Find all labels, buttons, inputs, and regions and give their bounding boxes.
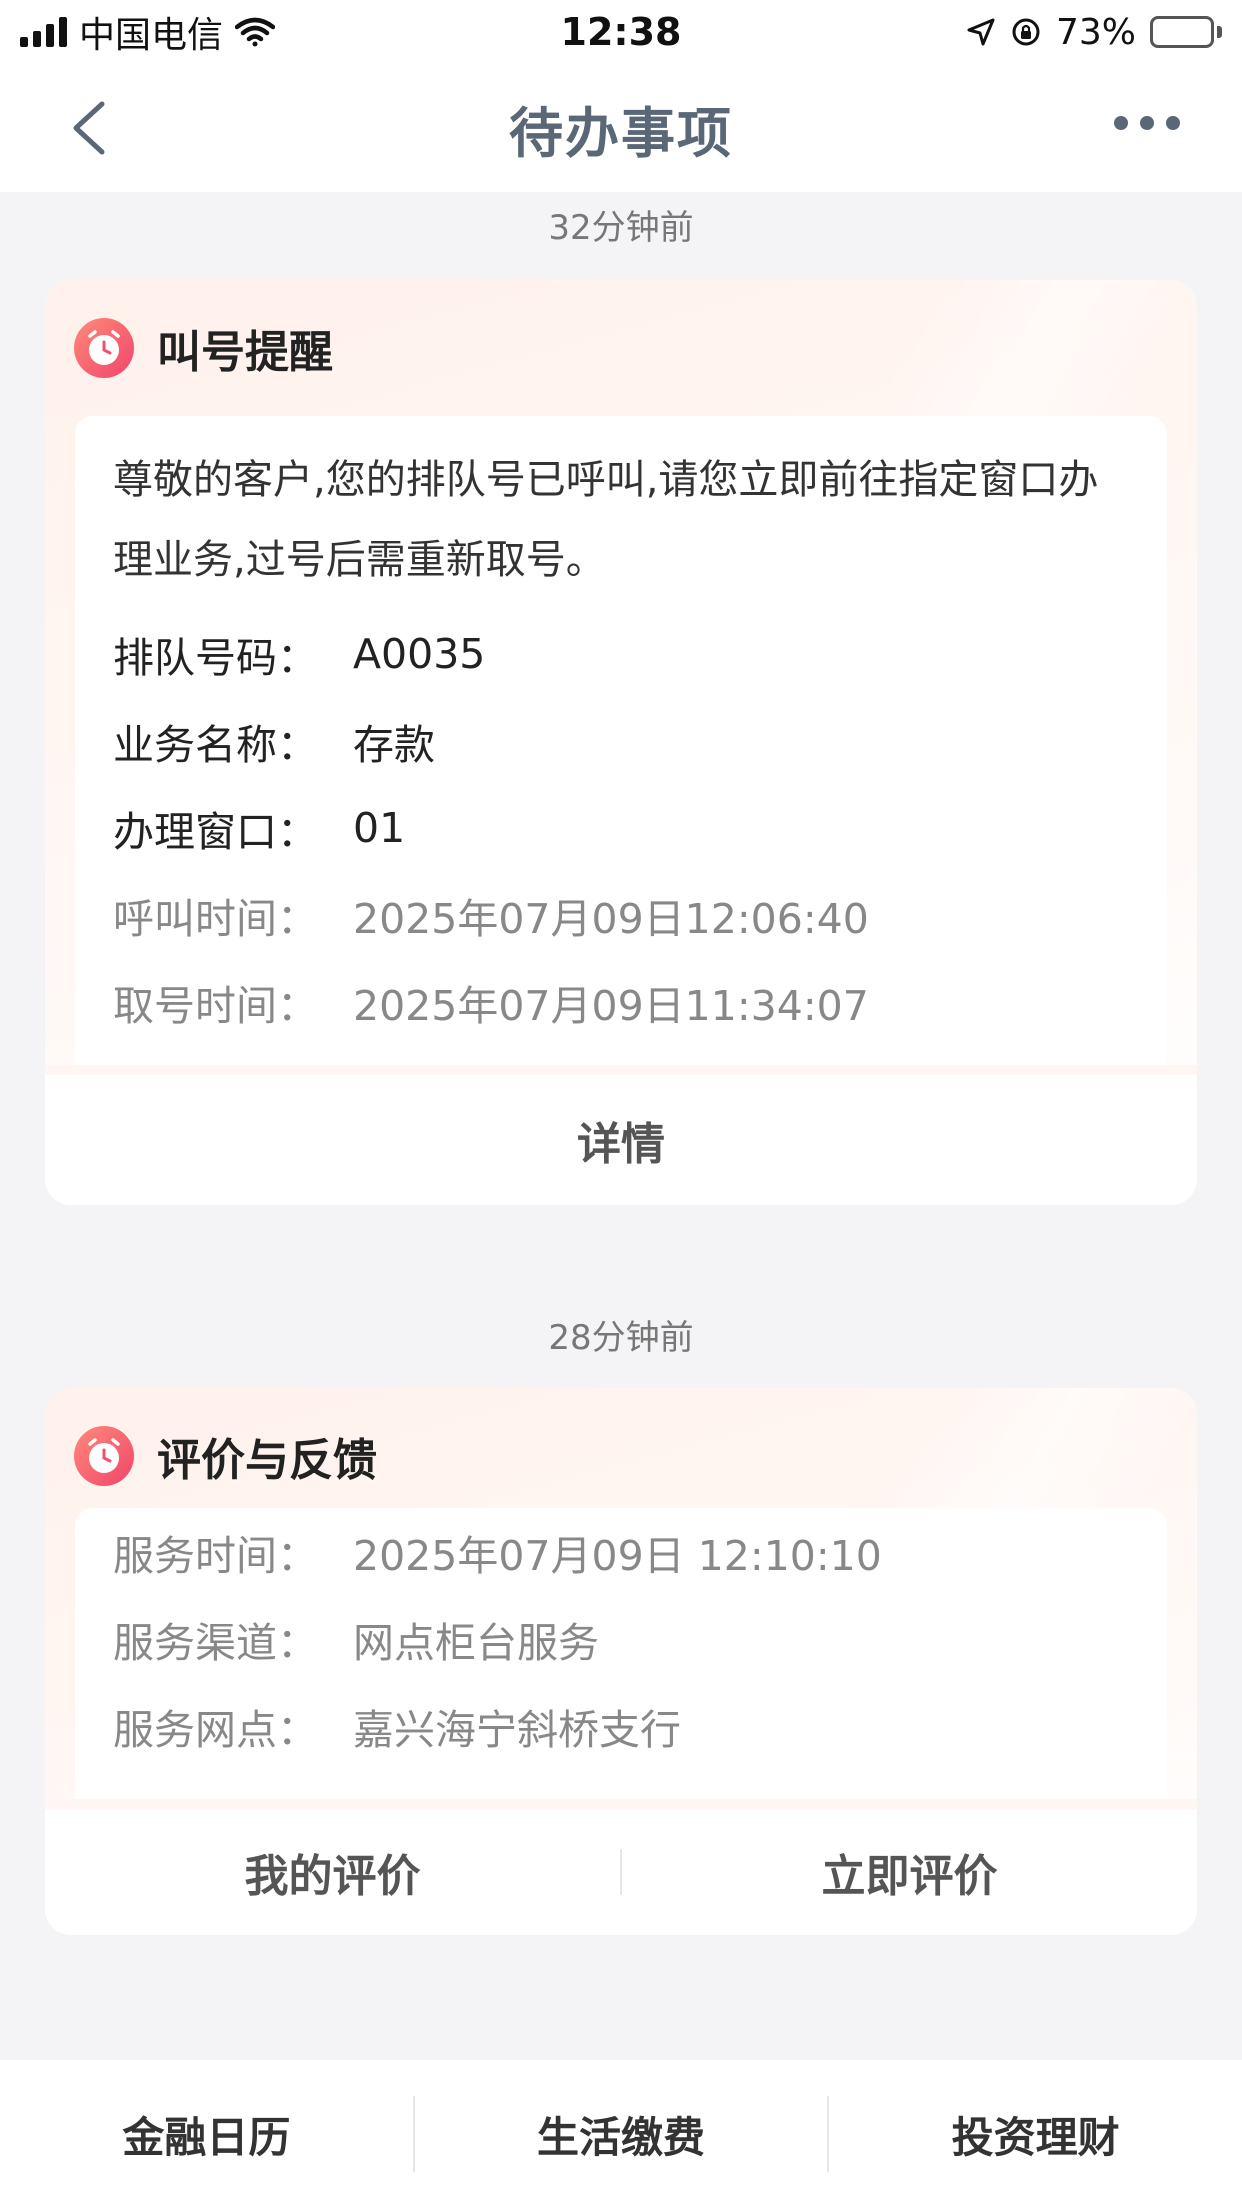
field-label: 办理窗口： [113, 807, 318, 856]
field-value: A0035 [353, 629, 486, 678]
field-row: 排队号码： A0035 [113, 610, 1129, 697]
card-timestamp: 32分钟前 [548, 208, 694, 248]
signal-icon [20, 17, 67, 47]
bottom-tab-bar: 金融日历 生活缴费 投资理财 [0, 2060, 1242, 2208]
page-title: 待办事项 [509, 101, 733, 165]
field-label: 服务时间： [113, 1531, 318, 1580]
card-content: 尊敬的客户,您的排队号已呼叫,请您立即前往指定窗口办理业务,过号后需重新取号。 … [75, 416, 1167, 1065]
chevron-left-icon[interactable] [62, 98, 122, 158]
card-content: 服务时间： 2025年07月09日 12:10:10 服务渠道： 网点柜台服务 … [75, 1508, 1167, 1799]
wifi-icon [235, 17, 276, 47]
tab-investment[interactable]: 投资理财 [829, 2104, 1242, 2165]
card-timestamp: 28分钟前 [548, 1318, 694, 1358]
call-reminder-card: 叫号提醒 尊敬的客户,您的排队号已呼叫,请您立即前往指定窗口办理业务,过号后需重… [45, 280, 1197, 1205]
battery-icon [1150, 16, 1222, 48]
location-arrow-icon [967, 18, 995, 46]
rate-now-button[interactable]: 立即评价 [622, 1840, 1197, 1904]
battery-percent: 73% [1055, 11, 1136, 53]
more-dots-icon[interactable] [1114, 116, 1180, 130]
field-value: 2025年07月09日 12:10:10 [353, 1531, 882, 1580]
field-label: 业务名称： [113, 720, 318, 769]
my-review-button[interactable]: 我的评价 [45, 1840, 620, 1904]
clock-time: 12:38 [560, 10, 682, 54]
field-row: 业务名称： 存款 [113, 697, 1129, 784]
reminder-message: 尊敬的客户,您的排队号已呼叫,请您立即前往指定窗口办理业务,过号后需重新取号。 [113, 457, 1099, 583]
field-value: 存款 [353, 720, 435, 769]
status-bar: 中国电信 12:38 73% [0, 0, 1242, 64]
card-footer: 详情 [45, 1065, 1197, 1205]
card-title: 叫号提醒 [157, 327, 333, 378]
field-row: 取号时间： 2025年07月09日11:34:07 [113, 958, 1129, 1045]
field-value: 01 [353, 803, 406, 852]
alarm-clock-icon [74, 318, 134, 378]
field-row: 服务渠道： 网点柜台服务 [113, 1595, 1129, 1682]
field-value: 网点柜台服务 [353, 1618, 599, 1667]
field-row: 服务网点： 嘉兴海宁斜桥支行 [113, 1682, 1129, 1769]
field-value: 2025年07月09日12:06:40 [353, 894, 869, 943]
field-label: 取号时间： [113, 981, 318, 1030]
carrier-label: 中国电信 [79, 15, 224, 56]
field-value: 2025年07月09日11:34:07 [353, 981, 869, 1030]
card-title: 评价与反馈 [157, 1435, 377, 1486]
card-footer: 我的评价 立即评价 [45, 1799, 1197, 1935]
field-label: 呼叫时间： [113, 894, 318, 943]
field-row: 办理窗口： 01 [113, 784, 1129, 871]
field-label: 排队号码： [113, 633, 318, 682]
details-button[interactable]: 详情 [45, 1108, 1197, 1172]
field-row: 呼叫时间： 2025年07月09日12:06:40 [113, 871, 1129, 958]
feedback-card: 评价与反馈 服务时间： 2025年07月09日 12:10:10 服务渠道： 网… [45, 1388, 1197, 1935]
tab-financial-calendar[interactable]: 金融日历 [0, 2104, 413, 2165]
field-row: 服务时间： 2025年07月09日 12:10:10 [113, 1508, 1129, 1595]
rotation-lock-icon [1012, 18, 1040, 46]
tab-utility-payment[interactable]: 生活缴费 [415, 2104, 828, 2165]
field-value: 嘉兴海宁斜桥支行 [353, 1705, 681, 1754]
navigation-bar: 待办事项 [0, 64, 1242, 192]
field-label: 服务渠道： [113, 1618, 318, 1667]
field-label: 服务网点： [113, 1705, 318, 1754]
alarm-clock-icon [74, 1426, 134, 1486]
